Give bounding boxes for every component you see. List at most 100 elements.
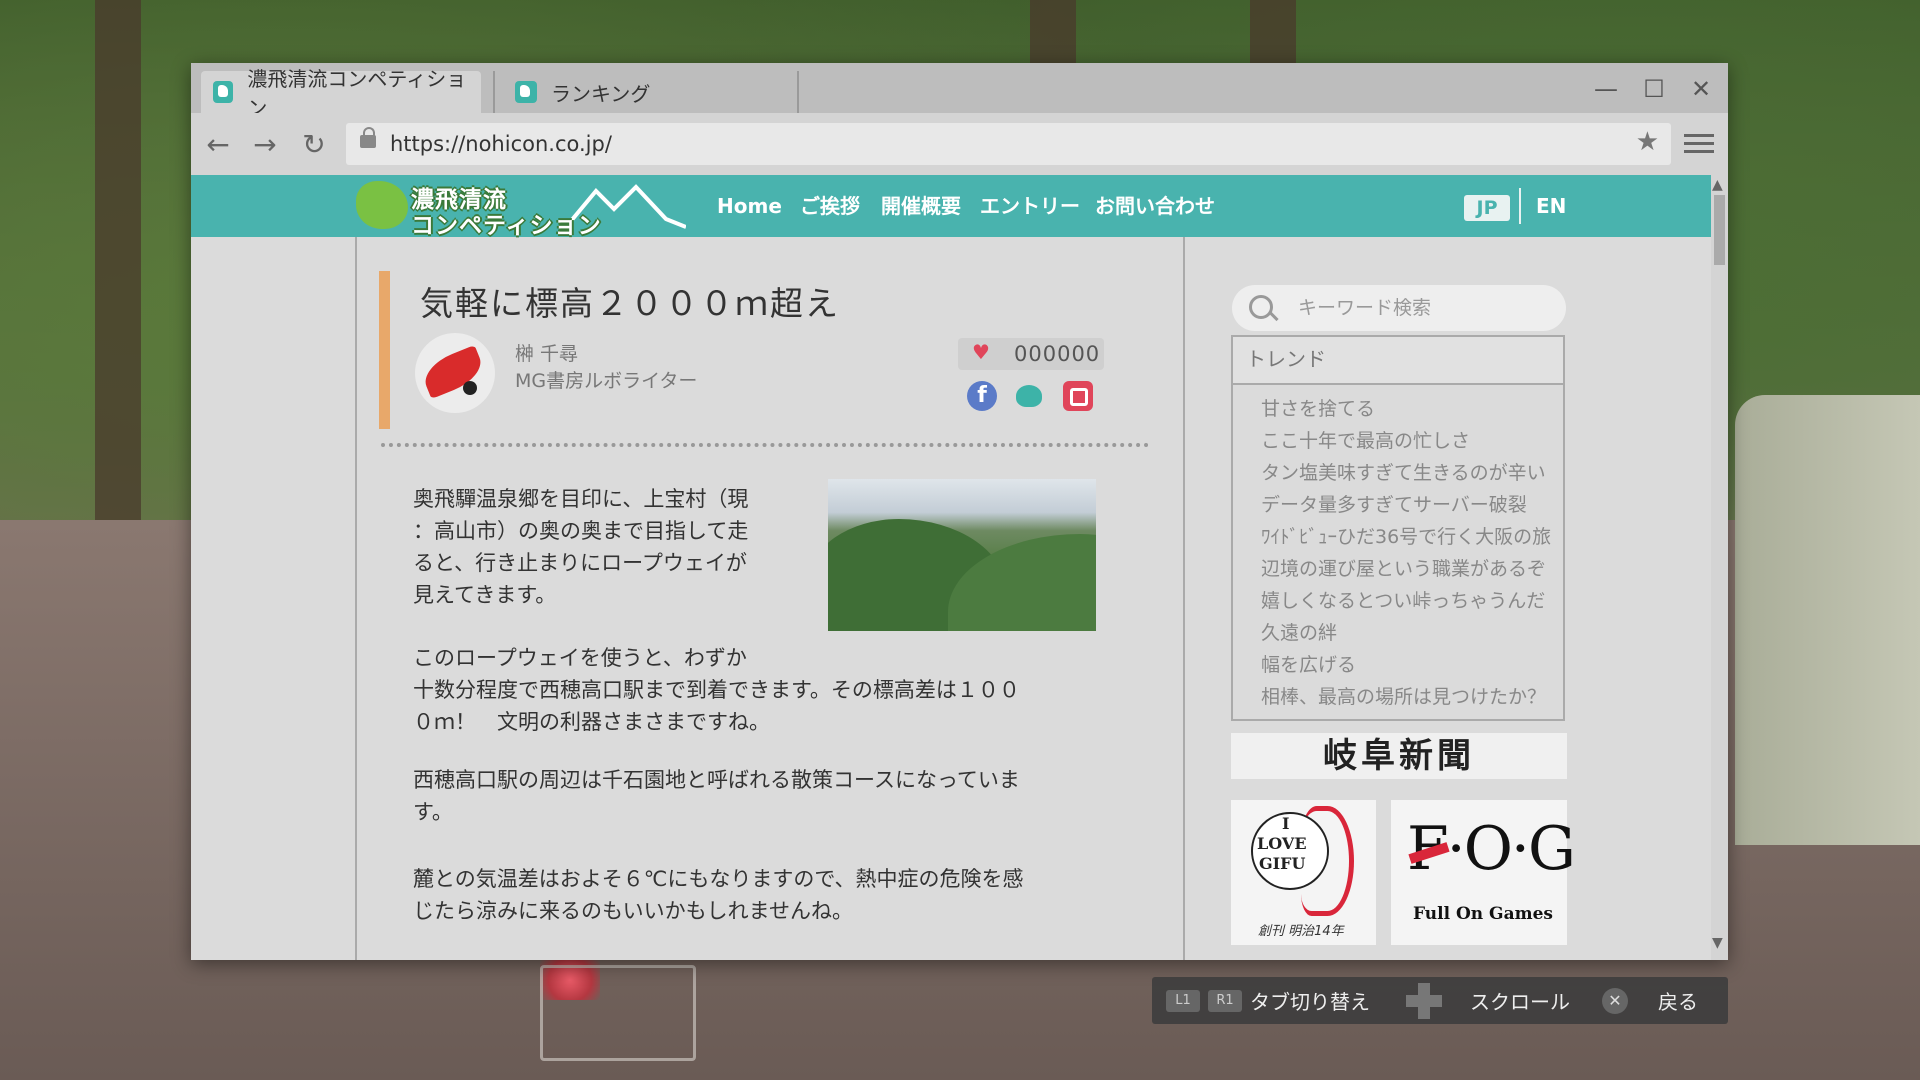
trend-item[interactable]: 辺境の運び屋という職業があるぞ	[1261, 553, 1563, 585]
tab-ranking[interactable]: ランキング	[503, 71, 783, 113]
minimize-button[interactable]: —	[1586, 71, 1626, 107]
hamburger-menu-icon[interactable]	[1684, 129, 1714, 159]
nav-home[interactable]: Home	[717, 175, 782, 237]
trend-item[interactable]: ここ十年で最高の忙しさ	[1261, 425, 1563, 457]
trend-item[interactable]: データ量多すぎてサーバー破裂	[1261, 489, 1563, 521]
article-paragraph-2: このロープウェイを使うと、わずか 十数分程度で西穂高口駅まで到着できます。その標…	[413, 642, 1020, 738]
article-paragraph-4: 麓との気温差はおよそ６℃にもなりますので、熱中症の危険を感 じたら涼みに来るのも…	[413, 863, 1024, 927]
hint-label: スクロール	[1470, 990, 1570, 1014]
article-title: 気軽に標高２０００ｍ超え	[420, 284, 840, 323]
author-name: 榊 千尋	[515, 343, 579, 365]
love-caption: 創刊 明治14年	[1258, 924, 1344, 939]
site-logo[interactable]: 濃飛清流 コンペティション	[356, 177, 696, 239]
scroll-down-icon[interactable]: ▼	[1712, 935, 1723, 951]
instagram-icon[interactable]	[1063, 381, 1093, 411]
trend-heading: トレンド	[1233, 337, 1563, 385]
nav-overview[interactable]: 開催概要	[881, 175, 961, 237]
text-line: ：高山市）の奥の奥まで目指して走	[413, 519, 749, 543]
background-tent	[1735, 395, 1920, 845]
trend-item[interactable]: 久遠の絆	[1261, 617, 1563, 649]
url-text: https://nohicon.co.jp/	[390, 132, 612, 156]
nav-greeting[interactable]: ご挨拶	[800, 175, 860, 237]
title-accent-bar	[379, 271, 390, 429]
back-button[interactable]: ←	[201, 127, 235, 161]
scrollbar[interactable]: ▲ ▼	[1711, 175, 1728, 960]
sponsor-gifu-shimbun[interactable]: 岐阜新聞	[1231, 733, 1567, 779]
trend-item[interactable]: 甘さを捨てる	[1261, 393, 1563, 425]
background-tree	[95, 0, 141, 520]
love-text: I	[1282, 814, 1290, 833]
close-button[interactable]: ✕	[1681, 71, 1721, 107]
controller-hint-bar: L1 R1 タブ切り替え スクロール ✕ 戻る	[1152, 977, 1728, 1024]
text-line: 見えてきます。	[413, 583, 557, 607]
hint-label: タブ切り替え	[1250, 990, 1370, 1014]
avatar-brush-icon	[418, 344, 488, 400]
gifu-map-icon	[356, 181, 408, 229]
tab-divider	[493, 71, 495, 113]
trend-item[interactable]: 相棒、最高の場所は見つけたか？	[1261, 681, 1563, 713]
reload-button[interactable]: ↻	[297, 127, 331, 161]
trend-item[interactable]: 幅を広げる	[1261, 649, 1563, 681]
bookmark-star-icon[interactable]: ★	[1636, 127, 1659, 157]
scroll-thumb[interactable]	[1714, 195, 1725, 265]
hint-back: ✕ 戻る	[1602, 977, 1698, 1024]
dotted-divider	[381, 443, 1149, 447]
site-header: 濃飛清流 コンペティション Home ご挨拶 開催概要 エントリー お問い合わせ…	[191, 175, 1711, 239]
text-line: じたら涼みに来るのもいいかもしれませんね。	[413, 899, 853, 923]
site-favicon-icon	[213, 81, 234, 103]
hint-scroll: スクロール	[1406, 977, 1570, 1024]
like-count: 000000	[1014, 342, 1101, 366]
trend-item[interactable]: ﾜｲﾄﾞﾋﾞｭｰひだ36号で行く大阪の旅	[1261, 521, 1563, 553]
bird-icon[interactable]	[1014, 381, 1044, 411]
lang-en-button[interactable]: EN	[1536, 175, 1566, 237]
article-paragraph-3: 西穂高口駅の周辺は千石園地と呼ばれる散策コースになっていま す。	[413, 764, 1020, 828]
url-field[interactable]: https://nohicon.co.jp/ ★	[346, 123, 1671, 165]
article-paragraph-1: 奥飛驒温泉郷を目印に、上宝村（現 ：高山市）の奥の奥まで目指して走 ると、行き止…	[413, 483, 748, 611]
text-line: 麓との気温差はおよそ６℃にもなりますので、熱中症の危険を感	[413, 867, 1024, 891]
site-favicon-icon	[515, 81, 537, 103]
tab-label: ランキング	[551, 81, 651, 106]
mountain-photo	[828, 479, 1096, 631]
nav-contact[interactable]: お問い合わせ	[1095, 175, 1215, 237]
heart-icon: ♥	[972, 340, 990, 364]
maximize-button[interactable]: ☐	[1634, 71, 1674, 107]
lang-divider	[1519, 188, 1521, 224]
background-stove	[540, 965, 696, 1061]
address-bar: ← → ↻ https://nohicon.co.jp/ ★	[191, 113, 1728, 175]
sponsor-i-love-gifu[interactable]: I LOVE GIFU 創刊 明治14年	[1231, 800, 1376, 945]
search-icon	[1249, 295, 1273, 319]
forward-button[interactable]: →	[248, 127, 282, 161]
text-line: 西穂高口駅の周辺は千石園地と呼ばれる散策コースになっていま	[413, 768, 1020, 792]
text-line: ０ｍ！ 文明の利器さまさまですね。	[413, 710, 770, 734]
column-divider	[355, 237, 357, 960]
sponsor-fog[interactable]: F·O·G Full On Games	[1391, 800, 1576, 945]
lang-jp-button[interactable]: JP	[1464, 195, 1510, 221]
hint-label: 戻る	[1658, 990, 1698, 1014]
love-text: GIFU	[1259, 854, 1306, 873]
like-counter[interactable]: ♥ 000000	[958, 338, 1104, 370]
scroll-up-icon[interactable]: ▲	[1712, 177, 1723, 193]
tab-divider	[797, 71, 799, 113]
nav-entry[interactable]: エントリー	[980, 175, 1080, 237]
text-line: す。	[413, 800, 453, 824]
dpad-icon	[1406, 982, 1442, 1019]
text-line: 十数分程度で西穂高口駅まで到着できます。その標高差は１００	[413, 678, 1020, 702]
search-placeholder: キーワード検索	[1298, 297, 1432, 319]
logo-text-line2: コンペティション	[411, 213, 602, 239]
hint-tab-switch: L1 R1 タブ切り替え	[1166, 977, 1370, 1024]
lock-icon	[360, 127, 376, 148]
page-viewport: 濃飛清流 コンペティション Home ご挨拶 開催概要 エントリー お問い合わせ…	[191, 175, 1711, 960]
trend-item[interactable]: 嬉しくなるとつい峠っちゃうんだ	[1261, 585, 1563, 617]
trend-item[interactable]: タン塩美味すぎて生きるのが辛い	[1261, 457, 1563, 489]
browser-window: 濃飛清流コンペティション ランキング — ☐ ✕ ← → ↻ https://n…	[191, 63, 1728, 960]
tab-nohicon[interactable]: 濃飛清流コンペティション	[201, 67, 481, 120]
avatar-dot	[463, 381, 477, 395]
author-avatar[interactable]	[415, 333, 495, 413]
facebook-icon[interactable]: f	[967, 381, 997, 411]
search-input[interactable]: キーワード検索	[1232, 285, 1566, 331]
l1-button-icon: L1	[1166, 989, 1200, 1012]
love-text: LOVE	[1257, 834, 1307, 853]
text-line: このロープウェイを使うと、わずか	[413, 646, 747, 670]
trend-panel: トレンド 甘さを捨てる ここ十年で最高の忙しさ タン塩美味すぎて生きるのが辛い …	[1231, 335, 1565, 721]
text-line: ると、行き止まりにロープウェイが	[413, 551, 747, 575]
